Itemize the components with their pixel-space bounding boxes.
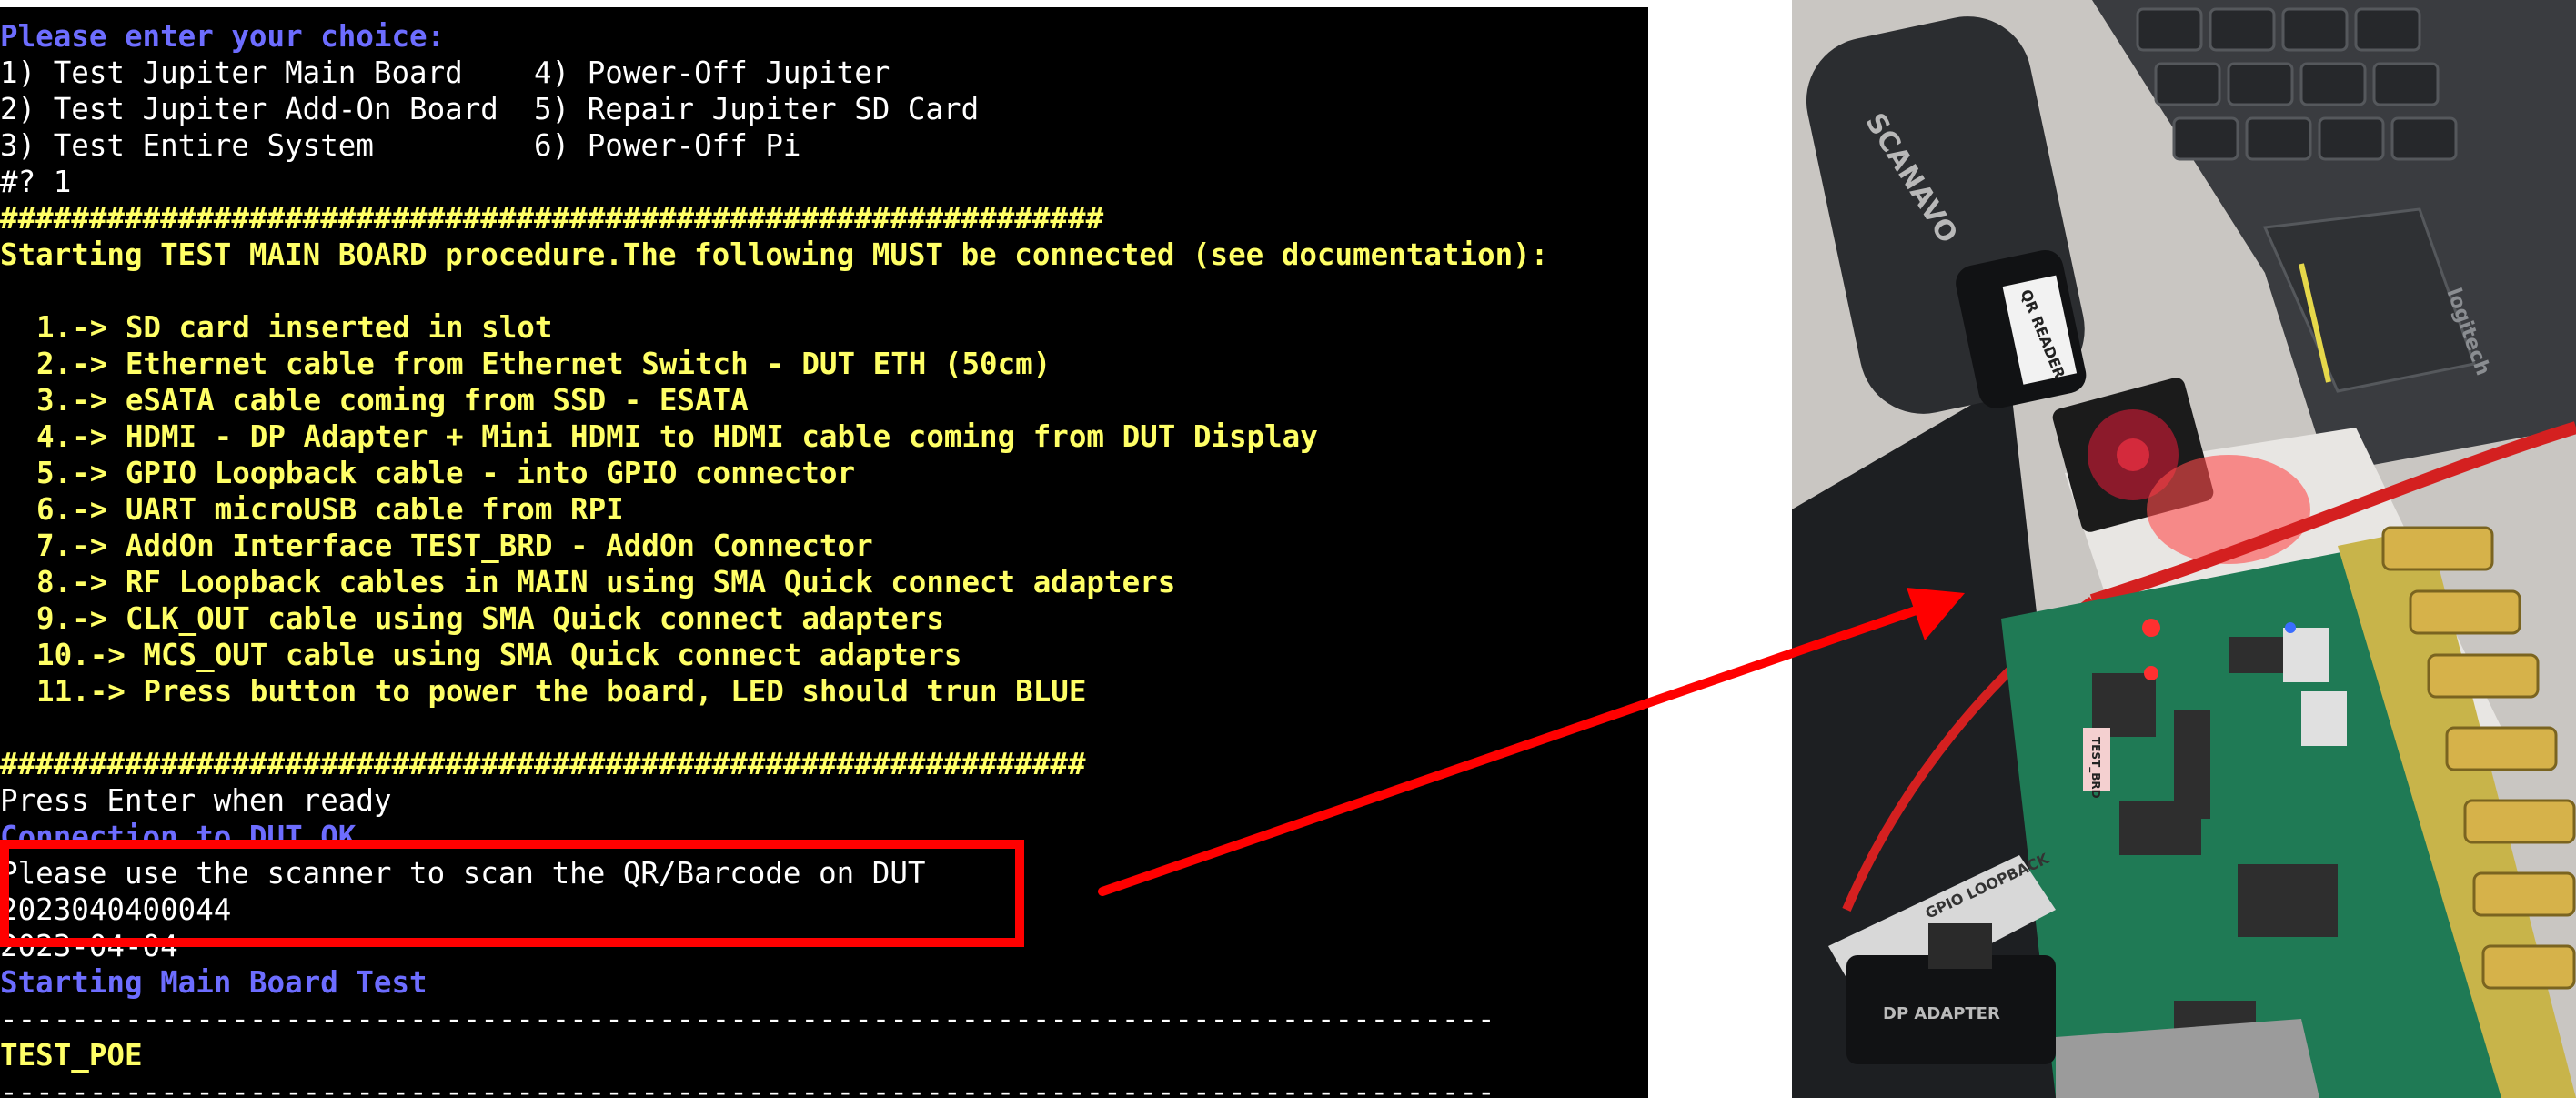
starting-test-line: Starting Main Board Test bbox=[0, 965, 428, 1000]
press-enter-line: Press Enter when ready bbox=[0, 783, 392, 818]
highlight-box bbox=[0, 840, 1024, 947]
menu-row-1: 1) Test Jupiter Main Board 4) Power-Off … bbox=[0, 55, 891, 90]
checklist-item: 8.-> RF Loopback cables in MAIN using SM… bbox=[36, 565, 1176, 599]
checklist-item: 11.-> Press button to power the board, L… bbox=[36, 674, 1087, 709]
dash-divider: ----------------------------------------… bbox=[0, 1002, 1495, 1036]
separator-bottom: ########################################… bbox=[0, 747, 1086, 781]
checklist-item: 5.-> GPIO Loopback cable - into GPIO con… bbox=[36, 456, 856, 490]
checklist-item: 7.-> AddOn Interface TEST_BRD - AddOn Co… bbox=[36, 529, 873, 563]
test-name: TEST_POE bbox=[0, 1038, 143, 1073]
hardware-illustration: logitech SCANAVO QR READER TEST_BRD GPIO… bbox=[1792, 0, 2576, 1098]
choice-input: #? 1 bbox=[0, 165, 72, 199]
choice-prompt: Please enter your choice: bbox=[0, 19, 446, 54]
board-sticker: TEST_BRD bbox=[2088, 737, 2102, 799]
hardware-photo: logitech SCANAVO QR READER TEST_BRD GPIO… bbox=[1792, 0, 2576, 1098]
dash-divider: ----------------------------------------… bbox=[0, 1074, 1495, 1098]
procedure-header: Starting TEST MAIN BOARD procedure.The f… bbox=[0, 237, 1549, 272]
checklist-item: 9.-> CLK_OUT cable using SMA Quick conne… bbox=[36, 601, 944, 636]
checklist-item: 3.-> eSATA cable coming from SSD - ESATA bbox=[36, 383, 749, 418]
menu-row-3: 3) Test Entire System 6) Power-Off Pi bbox=[0, 128, 801, 163]
checklist-item: 4.-> HDMI - DP Adapter + Mini HDMI to HD… bbox=[36, 419, 1318, 454]
dp-adapter-label: DP ADAPTER bbox=[1883, 1004, 2000, 1023]
checklist-item: 2.-> Ethernet cable from Ethernet Switch… bbox=[36, 347, 1052, 381]
menu-row-2: 2) Test Jupiter Add-On Board 5) Repair J… bbox=[0, 92, 980, 126]
checklist-item: 1.-> SD card inserted in slot bbox=[36, 310, 553, 345]
terminal-window[interactable]: Please enter your choice: 1) Test Jupite… bbox=[0, 7, 1648, 1098]
checklist-item: 6.-> UART microUSB cable from RPI bbox=[36, 492, 624, 527]
checklist-item: 10.-> MCS_OUT cable using SMA Quick conn… bbox=[36, 638, 962, 672]
separator-top: ########################################… bbox=[0, 201, 1104, 236]
